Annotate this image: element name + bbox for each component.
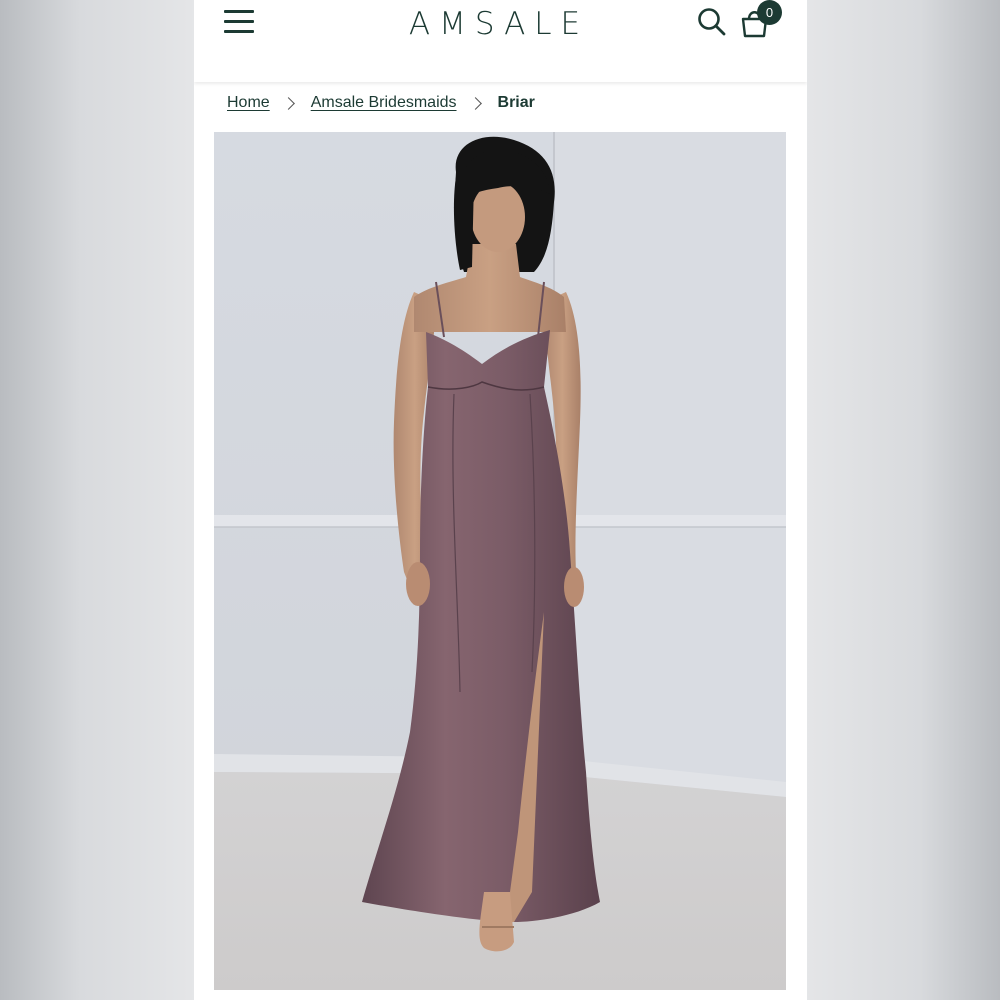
- brand-logo[interactable]: AMSALE: [394, 6, 604, 42]
- mobile-page: AMSALE 0 Home Amsale Bridesmaids Briar: [194, 0, 807, 1000]
- cart-count-badge[interactable]: 0: [757, 0, 782, 25]
- chevron-right-icon: [281, 96, 295, 110]
- hamburger-menu-icon[interactable]: [224, 8, 254, 36]
- product-image[interactable]: [214, 132, 786, 990]
- search-icon[interactable]: [696, 6, 728, 38]
- breadcrumb-home-link[interactable]: Home: [227, 94, 270, 112]
- chevron-right-icon: [468, 96, 482, 110]
- breadcrumb: Home Amsale Bridesmaids Briar: [227, 92, 535, 114]
- site-header: AMSALE 0: [194, 0, 807, 82]
- dress-photo-illustration: [214, 132, 786, 990]
- breadcrumb-bridesmaids-link[interactable]: Amsale Bridesmaids: [311, 94, 457, 112]
- breadcrumb-current: Briar: [497, 94, 535, 111]
